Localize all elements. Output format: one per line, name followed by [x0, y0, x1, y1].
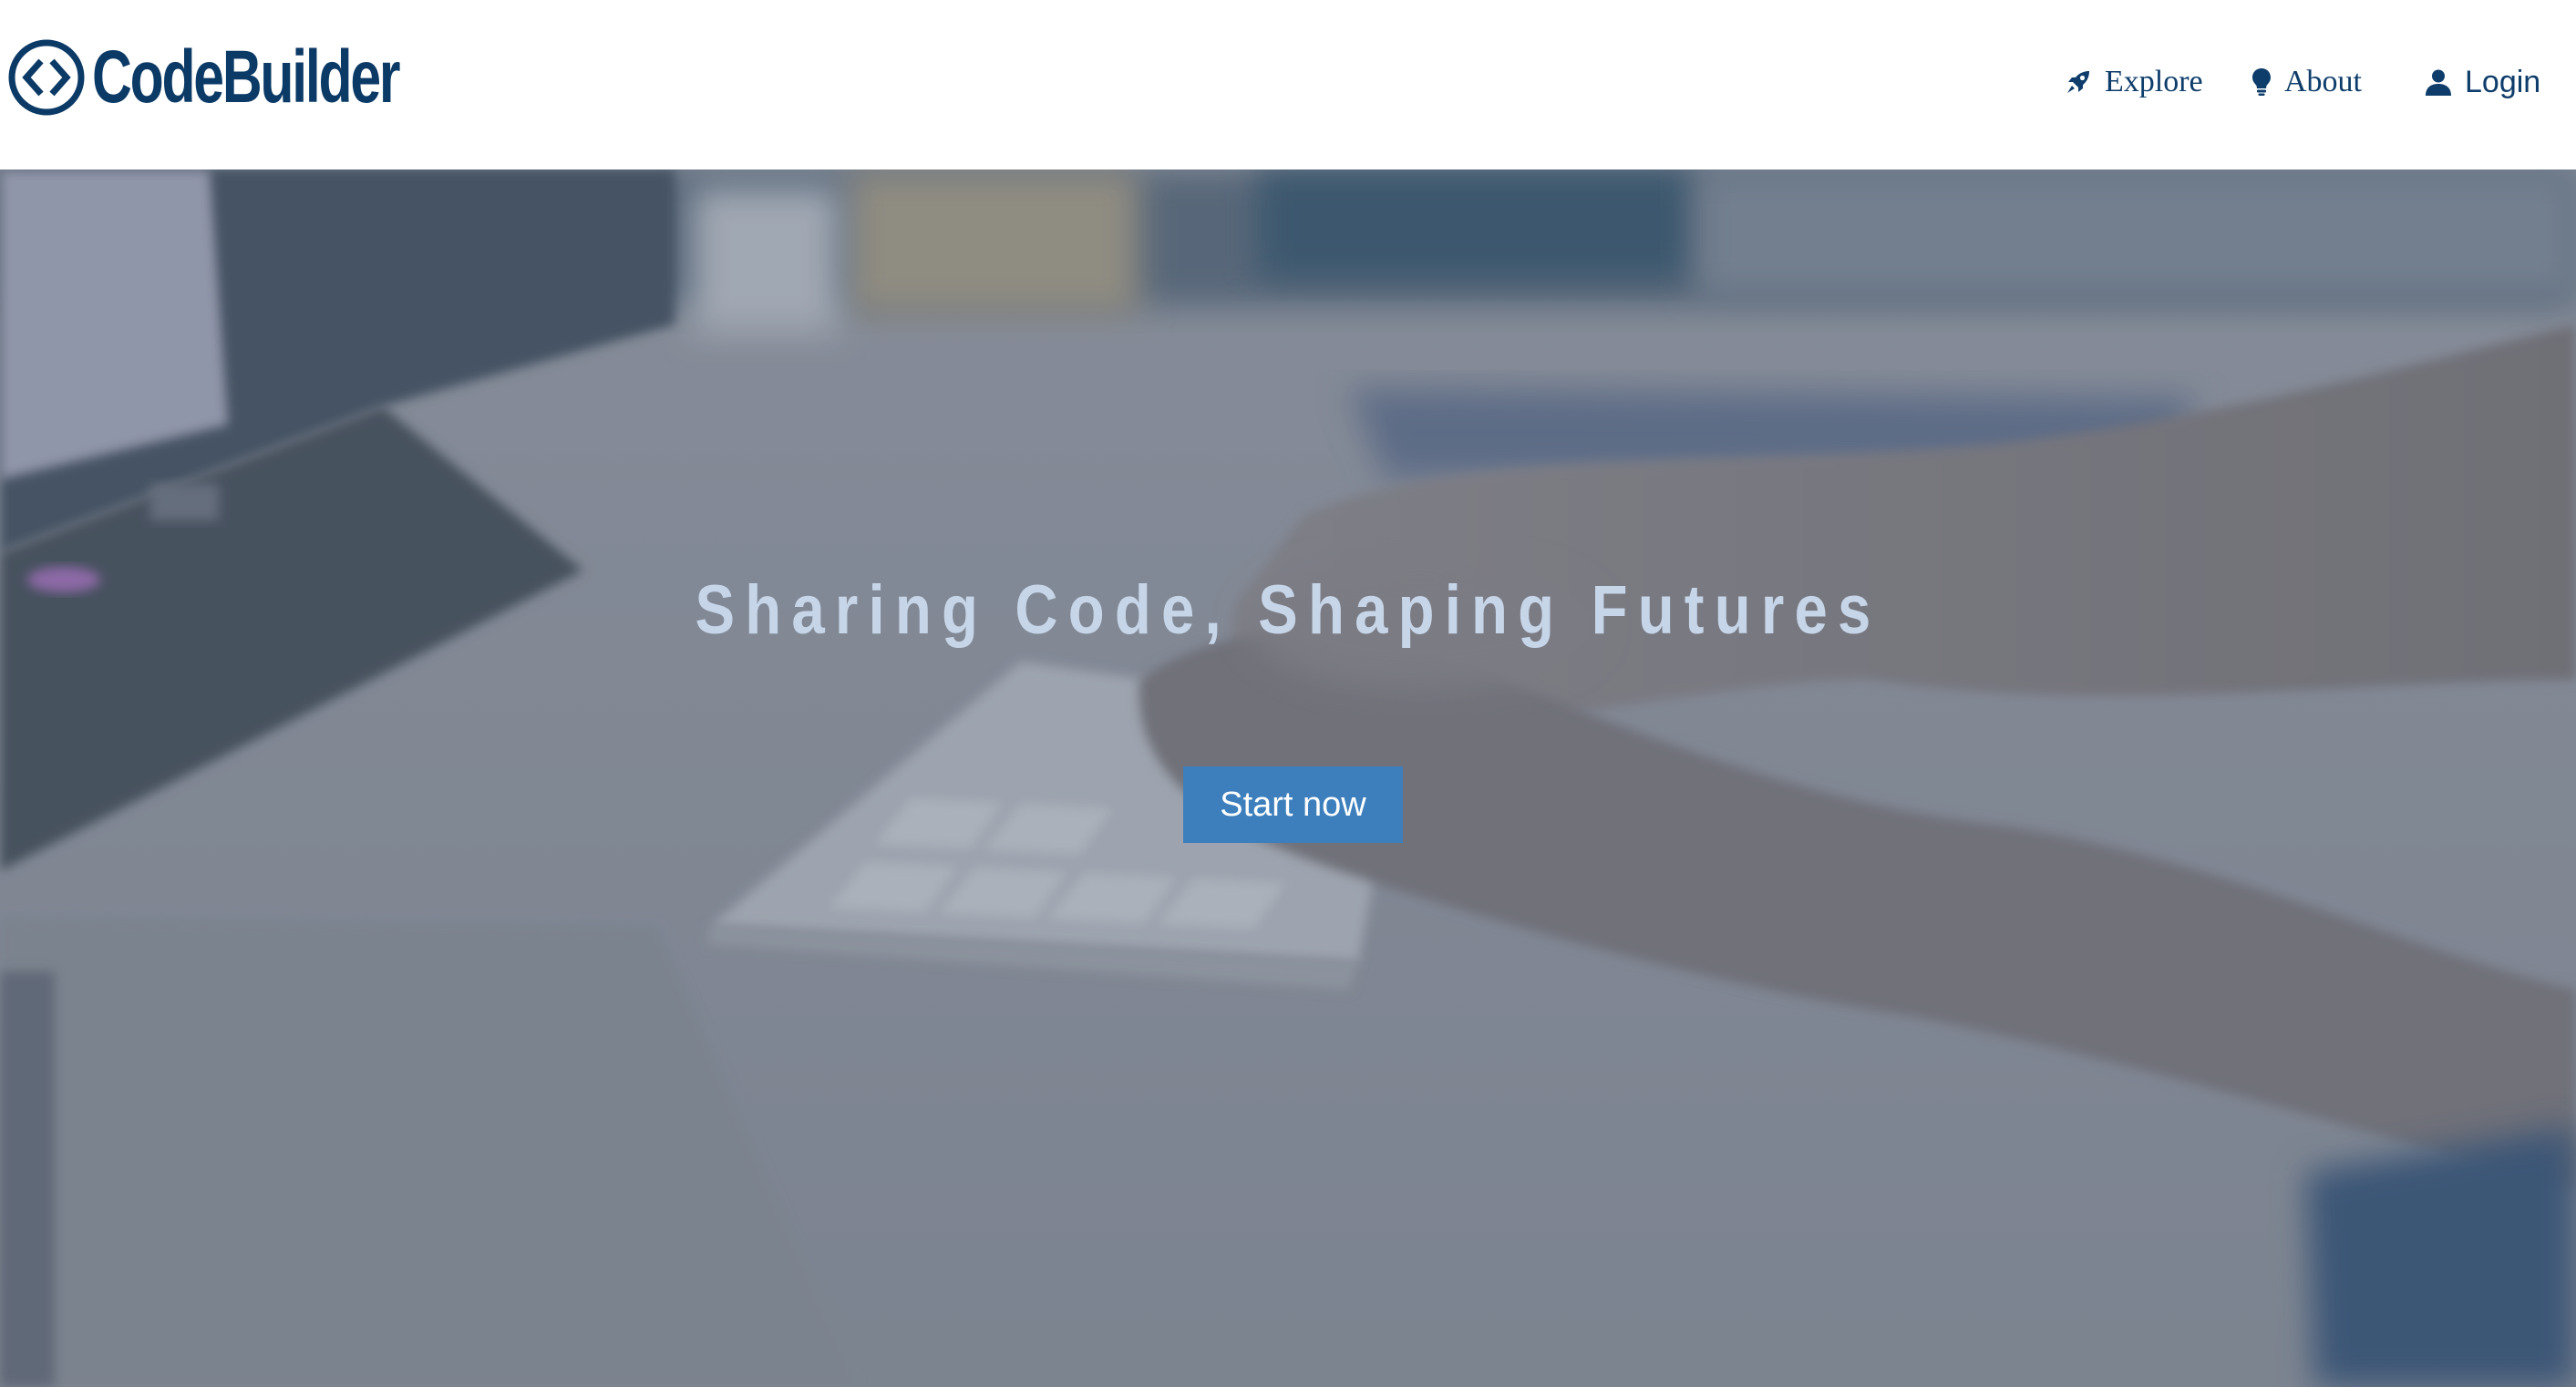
- nav-login[interactable]: Login: [2425, 55, 2540, 109]
- nav-explore[interactable]: Explore: [2065, 55, 2203, 109]
- nav-about[interactable]: About: [2251, 55, 2362, 109]
- brand-name: CodeBuilder: [92, 36, 401, 118]
- code-brackets-circle-icon: [8, 39, 85, 116]
- user-icon: [2426, 69, 2451, 96]
- nav-explore-label: Explore: [2105, 65, 2203, 98]
- nav-login-label: Login: [2465, 64, 2541, 99]
- nav-about-label: About: [2284, 65, 2362, 98]
- rocket-icon: [2067, 71, 2089, 93]
- start-now-button[interactable]: Start now: [1183, 766, 1403, 843]
- lightbulb-icon: [2252, 68, 2271, 96]
- site-header: CodeBuilder Explore About Login: [0, 0, 2576, 170]
- brand[interactable]: CodeBuilder: [6, 36, 506, 118]
- hero-title: Sharing Code, Shaping Futures: [695, 571, 1881, 649]
- hero: Sharing Code, Shaping Futures Start now: [0, 170, 2576, 1387]
